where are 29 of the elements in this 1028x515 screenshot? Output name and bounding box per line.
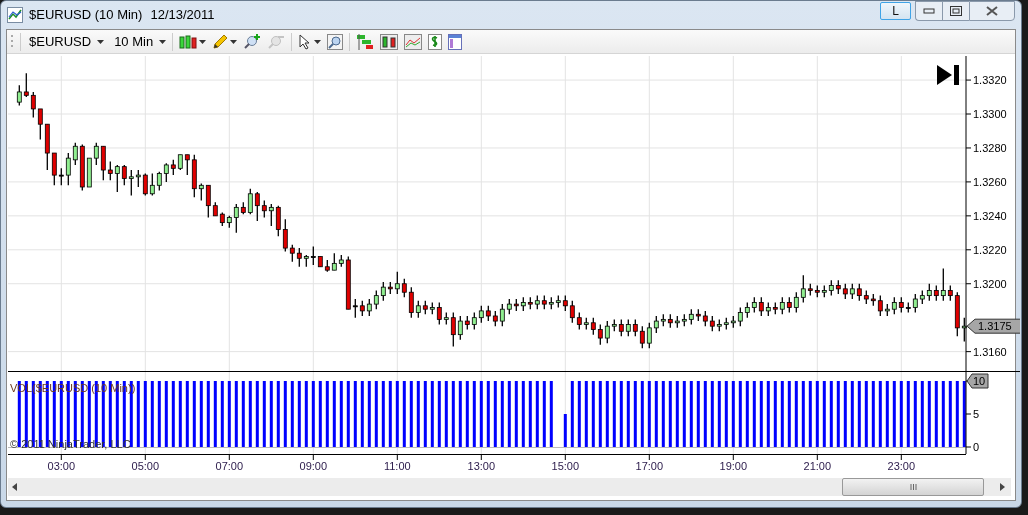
axis-label: 07:00 (215, 460, 244, 472)
axis-label: 15:00 (551, 460, 580, 472)
axis-label: 09:00 (299, 460, 328, 472)
axis-label: 1.3300 (973, 108, 1007, 120)
axis-label: 23:00 (887, 460, 916, 472)
axis-label: 1.3260 (973, 175, 1007, 188)
last-volume-marker: 10 (966, 373, 989, 389)
axis-label: 1.3240 (973, 209, 1007, 222)
axis-label: 0 (973, 441, 980, 453)
window-title: $EURUSD (10 Min) (29, 6, 143, 25)
layout-button[interactable]: L (880, 2, 911, 20)
axis-label: 19:00 (719, 460, 748, 472)
axis-label: 1.3320 (973, 74, 1007, 87)
axis-label: 05:00 (131, 460, 160, 472)
interval-dropdown[interactable]: 10 Min (114, 31, 167, 52)
axis-label: 1.3280 (973, 141, 1007, 154)
y-tick-label: 10 (973, 375, 986, 387)
axis-label: 1.3200 (973, 277, 1007, 290)
axis-label: 17:00 (635, 460, 664, 472)
last-price-marker: 1.3175 (966, 318, 1020, 334)
axis-label: 1.3160 (973, 345, 1007, 358)
axis-label: 21:00 (803, 460, 832, 472)
axis-label: 03:00 (47, 460, 76, 472)
axis-label: 13:00 (467, 460, 496, 472)
instrument-dropdown[interactable]: $EURUSD (27, 31, 105, 52)
axis-label: 1.3220 (973, 243, 1007, 256)
window-date: 12/13/2011 (150, 6, 215, 25)
axis-label: 5 (973, 408, 980, 420)
axis-label: 11:00 (383, 460, 411, 472)
